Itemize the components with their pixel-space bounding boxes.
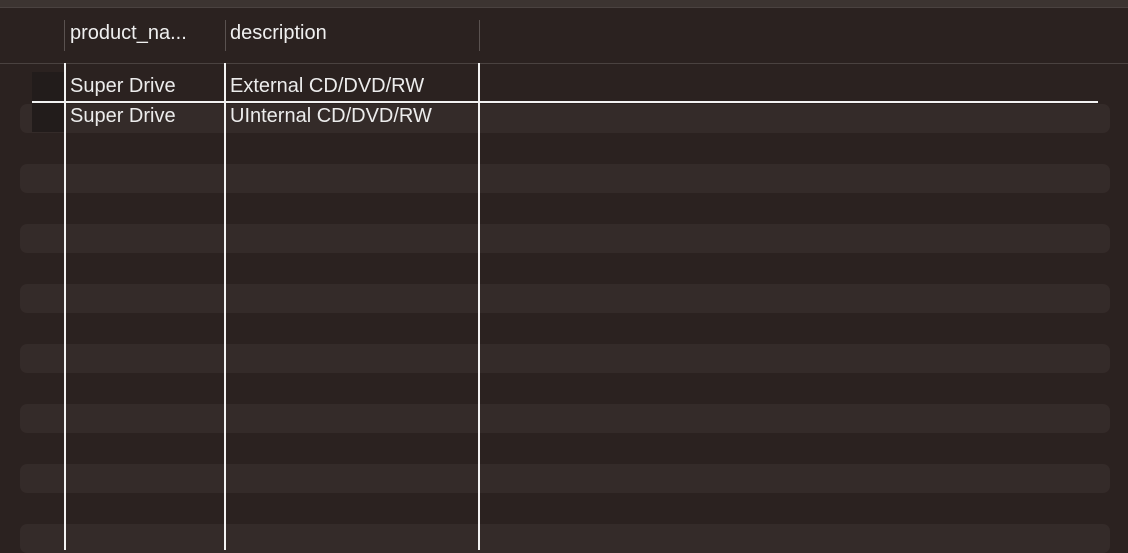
row-selector[interactable] <box>32 72 64 101</box>
window-top-bar <box>0 0 1128 8</box>
cell-description[interactable]: UInternal CD/DVD/RW <box>230 105 475 128</box>
table-row-stripe <box>20 284 1110 313</box>
column-divider[interactable] <box>64 20 65 51</box>
row-grid-line <box>32 101 1098 103</box>
table-row-stripe <box>20 164 1110 193</box>
table-row-stripe <box>20 224 1110 253</box>
cell-product-name[interactable]: Super Drive <box>70 75 220 98</box>
table-row-stripe <box>20 404 1110 433</box>
column-header-product-name[interactable]: product_na... <box>70 22 218 45</box>
column-header-description[interactable]: description <box>230 22 470 45</box>
cell-description[interactable]: External CD/DVD/RW <box>230 75 475 98</box>
table-row-stripe <box>20 464 1110 493</box>
row-selector[interactable] <box>32 103 64 132</box>
column-divider[interactable] <box>225 20 226 51</box>
column-grid-line <box>64 63 66 550</box>
table-header: product_na... description <box>0 8 1128 64</box>
table-row-stripe <box>20 344 1110 373</box>
cell-product-name[interactable]: Super Drive <box>70 105 220 128</box>
column-grid-line <box>224 63 226 550</box>
column-grid-line <box>478 63 480 550</box>
column-divider[interactable] <box>479 20 480 51</box>
table-row-stripe <box>20 524 1110 553</box>
